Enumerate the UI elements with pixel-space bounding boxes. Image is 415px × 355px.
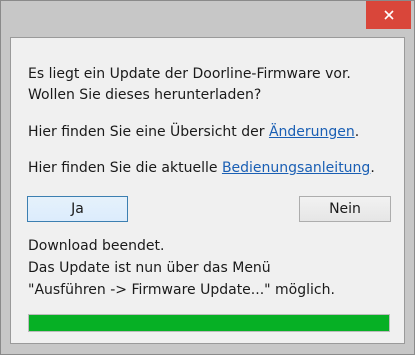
manual-suffix: . bbox=[370, 160, 375, 176]
message-line-1: Es liegt ein Update der Doorline-Firmwar… bbox=[28, 66, 351, 82]
changes-link[interactable]: Änderungen bbox=[269, 124, 355, 140]
status-line-1: Download beendet. bbox=[28, 238, 165, 254]
update-dialog-window: Es liegt ein Update der Doorline-Firmwar… bbox=[0, 0, 415, 355]
dialog-content: Es liegt ein Update der Doorline-Firmwar… bbox=[10, 37, 405, 344]
title-bar bbox=[1, 1, 414, 37]
status-line-2: Das Update ist nun über das Menü bbox=[28, 260, 271, 276]
no-button[interactable]: Nein bbox=[299, 196, 391, 222]
changes-prefix: Hier finden Sie eine Übersicht der bbox=[28, 124, 269, 140]
manual-link[interactable]: Bedienungsanleitung bbox=[222, 160, 370, 176]
close-button[interactable] bbox=[366, 1, 411, 29]
close-icon bbox=[383, 10, 394, 20]
changes-suffix: . bbox=[354, 124, 360, 140]
progress-fill bbox=[29, 315, 389, 331]
status-line-3: "Ausführen -> Firmware Update..." möglic… bbox=[28, 282, 335, 298]
yes-button[interactable]: Ja bbox=[27, 196, 128, 222]
changes-text: Hier finden Sie eine Übersicht der Änder… bbox=[28, 122, 359, 142]
message-line-2: Wollen Sie dieses herunterladen? bbox=[28, 87, 262, 103]
download-progress-bar bbox=[28, 314, 390, 332]
manual-text: Hier finden Sie die aktuelle Bedienungsa… bbox=[28, 158, 375, 178]
manual-prefix: Hier finden Sie die aktuelle bbox=[28, 160, 222, 176]
